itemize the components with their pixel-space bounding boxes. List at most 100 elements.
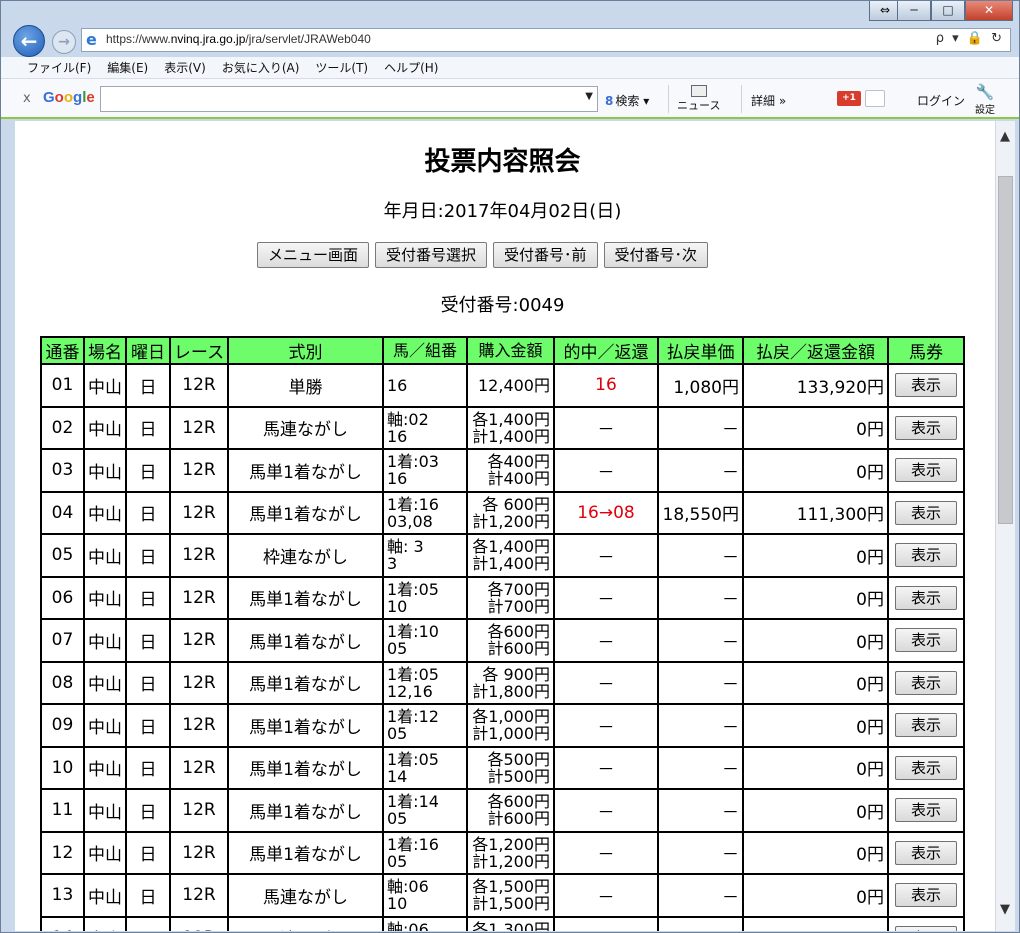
cell-amount-line: 各400円 xyxy=(487,452,550,472)
address-bar[interactable]: e https://www.nvinq.jra.go.jp/jra/servle… xyxy=(81,28,1011,52)
cell-place: 中山 xyxy=(83,745,127,790)
wrench-icon: 🔧 xyxy=(975,83,995,101)
show-ticket-button[interactable]: 表示 xyxy=(895,713,957,738)
table-body: 01 中山日 12R 単勝 16 12,400円 16 1,080円 133,920円 表示 02 中… xyxy=(40,363,965,931)
menu-edit[interactable]: 編集(E) xyxy=(107,59,148,76)
table-row: 12 中山日 12R 馬単1着ながし 1着:16 05 各1,200円 計1,200円－－ 0円… xyxy=(40,830,965,875)
cell-bet-type: 枠連ながし xyxy=(227,533,384,578)
cell-amount-line: 計1,200円 xyxy=(472,851,550,871)
col-header-day: 曜日 xyxy=(125,336,171,365)
address-url[interactable]: https://www.nvinq.jra.go.jp/jra/servlet/… xyxy=(106,32,371,46)
cell-horse-line: 軸:02 xyxy=(387,409,429,429)
cell-place: 中山 xyxy=(83,660,127,705)
receipt-select-button[interactable]: 受付番号選択 xyxy=(375,242,488,268)
cell-number: 03 xyxy=(40,448,85,493)
cell-hit: － xyxy=(553,448,659,493)
google-logo: Google xyxy=(43,89,95,106)
menu-file[interactable]: ファイル(F) xyxy=(27,59,91,76)
cell-hit: － xyxy=(553,788,659,833)
cell-amount: 12,400円 xyxy=(466,363,555,408)
minimize-button[interactable]: ─ xyxy=(897,1,931,21)
search-label: 検索 xyxy=(615,94,640,108)
google-plus-icon[interactable]: +1 xyxy=(837,91,861,106)
vertical-scrollbar[interactable]: ▲ ▼ xyxy=(995,121,1015,931)
scroll-down-icon[interactable]: ▼ xyxy=(1000,902,1010,917)
show-ticket-button[interactable]: 表示 xyxy=(895,840,957,865)
maximize-button[interactable]: □ xyxy=(931,1,965,21)
show-ticket-button[interactable]: 表示 xyxy=(895,543,957,568)
cell-amount-line: 各1,300円 xyxy=(472,919,550,931)
cell-unit-price: － xyxy=(657,915,744,931)
cell-unit-price: － xyxy=(657,533,744,578)
forward-button[interactable]: → xyxy=(52,30,76,54)
url-prefix: https://www. xyxy=(106,32,171,46)
page-title: 投票内容照会 xyxy=(424,147,581,177)
cell-day: 日 xyxy=(125,575,171,620)
cell-horse: 1着:12 05 xyxy=(382,703,468,748)
cell-hit: － xyxy=(553,830,659,875)
show-ticket-button[interactable]: 表示 xyxy=(895,755,957,780)
cell-amount-line: 計1,400円 xyxy=(472,426,550,446)
scroll-up-icon[interactable]: ▲ xyxy=(1000,129,1010,144)
receipt-prev-button[interactable]: 受付番号･前 xyxy=(493,242,598,268)
menu-favorites[interactable]: お気に入り(A) xyxy=(222,59,300,76)
cell-unit-price: 1,080円 xyxy=(657,363,744,408)
cell-place: 中山 xyxy=(83,830,127,875)
cell-place: 中山 xyxy=(83,788,127,833)
menu-view[interactable]: 表示(V) xyxy=(164,59,206,76)
cell-bet-type: 単勝 xyxy=(227,363,384,408)
news-button[interactable]: ニュース xyxy=(677,85,720,113)
col-header-number: 通番 xyxy=(40,336,85,365)
cell-ticket: 表示 xyxy=(887,575,965,620)
google-search-input[interactable]: ▼ xyxy=(100,86,598,112)
receipt-next-button[interactable]: 受付番号･次 xyxy=(603,242,709,268)
cell-amount: 各1,000円 計1,000円 xyxy=(466,703,555,748)
cell-bet-type: 馬単1着ながし xyxy=(227,830,384,875)
news-label: ニュース xyxy=(677,99,721,112)
cell-payout: 0円 xyxy=(742,405,889,450)
back-button[interactable]: ← xyxy=(13,25,45,57)
chevron-down-icon[interactable]: ▼ xyxy=(585,91,593,102)
cell-hit: － xyxy=(553,618,659,663)
cell-horse-line: 1着:14 xyxy=(387,792,439,812)
cell-amount-line: 計600円 xyxy=(487,639,550,659)
close-button[interactable]: ✕ xyxy=(965,1,1013,21)
logo-letter: G xyxy=(43,89,55,106)
show-ticket-button[interactable]: 表示 xyxy=(895,500,957,525)
detail-button[interactable]: 詳細 » xyxy=(751,92,786,109)
login-button[interactable]: ログイン xyxy=(917,92,965,109)
show-ticket-button[interactable]: 表示 xyxy=(895,373,957,398)
cell-horse-line: 12,16 xyxy=(387,681,433,701)
cell-place: 中山 xyxy=(83,703,127,748)
menu-screen-button[interactable]: メニュー画面 xyxy=(257,242,370,268)
address-tools-icon[interactable]: ρ ▾ 🔒 ↻ xyxy=(936,31,1004,46)
cell-unit-price: － xyxy=(657,618,744,663)
settings-button[interactable]: 🔧 設定 xyxy=(975,83,995,116)
menu-tools[interactable]: ツール(T) xyxy=(315,59,368,76)
menu-help[interactable]: ヘルプ(H) xyxy=(384,59,438,76)
cell-day: 日 xyxy=(125,405,171,450)
show-ticket-button[interactable]: 表示 xyxy=(895,628,957,653)
cell-ticket: 表示 xyxy=(887,363,965,408)
show-ticket-button[interactable]: 表示 xyxy=(895,670,957,695)
navigation-bar: ← → e https://www.nvinq.jra.go.jp/jra/se… xyxy=(1,23,1019,57)
cell-amount-line: 計1,500円 xyxy=(472,894,550,914)
google-search-button[interactable]: 8 検索 ▾ xyxy=(605,92,649,109)
show-ticket-button[interactable]: 表示 xyxy=(895,415,957,440)
show-ticket-button[interactable]: 表示 xyxy=(895,925,957,931)
cell-horse: 軸: 3 3 xyxy=(382,533,468,578)
toolbar-divider xyxy=(668,85,669,113)
toolbar-close-icon[interactable]: x xyxy=(23,91,31,106)
show-ticket-button[interactable]: 表示 xyxy=(895,458,957,483)
cell-horse-line: 16 xyxy=(387,375,408,395)
show-ticket-button[interactable]: 表示 xyxy=(895,798,957,823)
cell-ticket: 表示 xyxy=(887,703,965,748)
show-ticket-button[interactable]: 表示 xyxy=(895,585,957,610)
cell-day: 日 xyxy=(125,703,171,748)
cell-race: 12R xyxy=(169,873,229,918)
scroll-thumb[interactable] xyxy=(998,176,1013,524)
show-ticket-button[interactable]: 表示 xyxy=(895,883,957,908)
cell-place: 中山 xyxy=(83,405,127,450)
cell-horse: 軸:0611 xyxy=(382,915,468,931)
cell-number: 01 xyxy=(40,363,85,408)
